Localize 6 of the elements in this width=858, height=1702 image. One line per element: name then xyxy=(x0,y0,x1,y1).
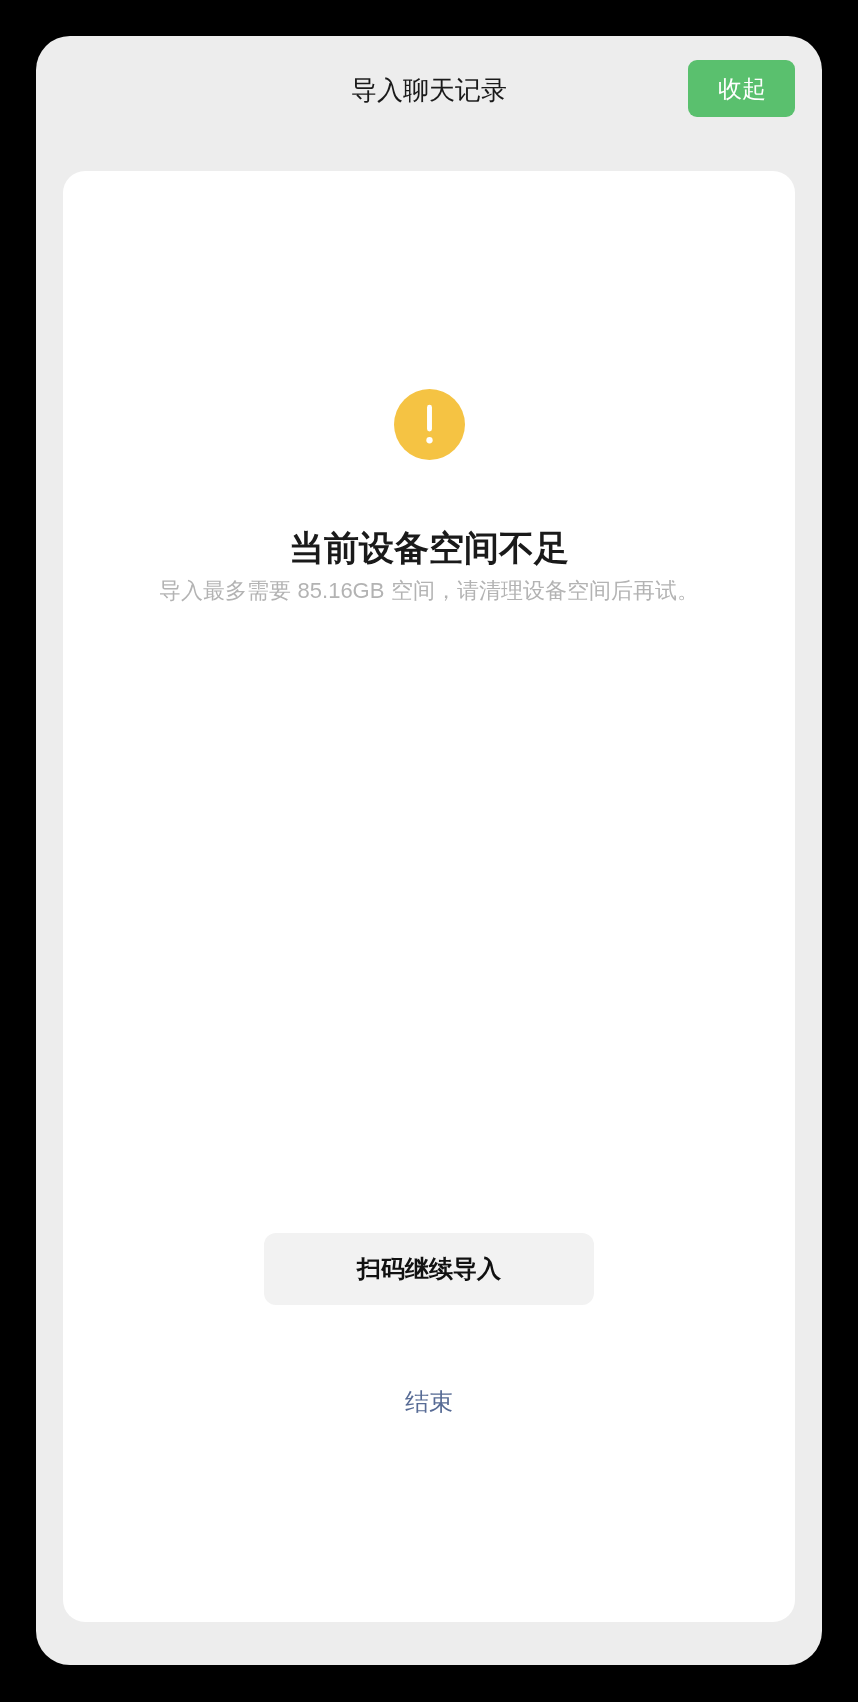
end-link[interactable]: 结束 xyxy=(405,1385,453,1419)
notice-title: 当前设备空间不足 xyxy=(289,527,569,569)
window-title: 导入聊天记录 xyxy=(351,74,507,107)
scan-continue-button[interactable]: 扫码继续导入 xyxy=(264,1233,594,1305)
notice-message: 导入最多需要 85.16GB 空间，请清理设备空间后再试。 xyxy=(159,577,699,605)
warning-icon xyxy=(393,389,465,460)
